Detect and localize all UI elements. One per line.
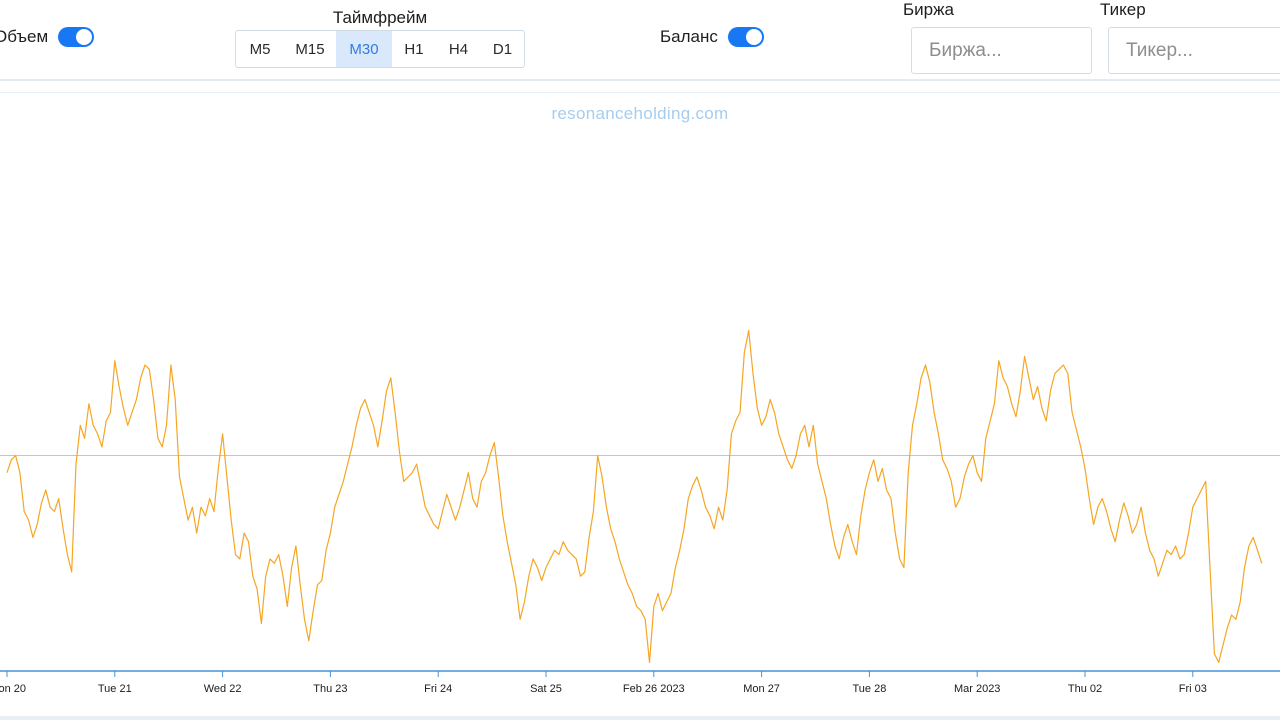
watermark: resonanceholding.com	[551, 104, 729, 123]
exchange-input[interactable]	[911, 27, 1092, 74]
timeframe-option-h4[interactable]: H4	[436, 31, 481, 67]
toggle-knob	[745, 29, 762, 45]
timeframe-selector: M5 M15 M30 H1 H4 D1	[235, 30, 525, 68]
balance-toggle-switch[interactable]	[727, 27, 764, 47]
ticker-label: Тикер	[1100, 0, 1146, 19]
x-tick-label: Sat 25	[530, 683, 562, 695]
series-line	[6, 329, 1263, 664]
x-tick-label: Mon 27	[743, 683, 780, 695]
ticker-input[interactable]	[1108, 27, 1280, 74]
timeframe-option-h1[interactable]: H1	[392, 31, 436, 67]
toolbar-divider	[0, 79, 1280, 81]
x-tick-label: Feb 26 2023	[623, 683, 685, 695]
balance-toggle-group[interactable]: Баланс	[660, 27, 764, 47]
volume-toggle-switch[interactable]	[58, 27, 95, 47]
x-tick-label: on 20	[0, 683, 26, 695]
chart-area[interactable]: on 20 Tue 21 Wed 22 Thu 23 Fri 24 Sat 25 Feb 2…	[0, 93, 1280, 716]
timeframe-option-m30[interactable]: M30	[336, 31, 392, 67]
balance-toggle-label: Баланс	[660, 27, 718, 46]
x-tick-label: Thu 23	[313, 683, 347, 695]
x-tick-label: Tue 21	[98, 683, 132, 695]
timeframe-option-m15[interactable]: M15	[284, 31, 336, 67]
price-chart[interactable]: on 20 Tue 21 Wed 22 Thu 23 Fri 24 Sat 25 Feb 2…	[0, 93, 1280, 716]
timeframe-option-m5[interactable]: M5	[236, 31, 284, 67]
volume-toggle-group[interactable]: Объем	[0, 27, 95, 47]
exchange-label: Биржа	[903, 0, 954, 19]
timeframe-title: Таймфрейм	[332, 8, 428, 27]
x-tick-label: Thu 02	[1068, 683, 1102, 695]
toggle-knob	[76, 29, 93, 45]
volume-toggle-label: Объем	[0, 27, 49, 46]
x-tick-label: Fri 24	[424, 683, 452, 695]
x-tick-label: Mar 2023	[954, 683, 1000, 695]
toolbar: Объем Таймфрейм M5 M15 M30 H1 H4 D1 Бала…	[0, 0, 1280, 80]
x-tick-label: Wed 22	[204, 683, 242, 695]
x-tick-label: Fri 03	[1179, 683, 1207, 695]
timeframe-option-d1[interactable]: D1	[481, 31, 524, 67]
x-tick-label: Tue 28	[852, 683, 886, 695]
chart-bottom-divider	[0, 716, 1280, 720]
